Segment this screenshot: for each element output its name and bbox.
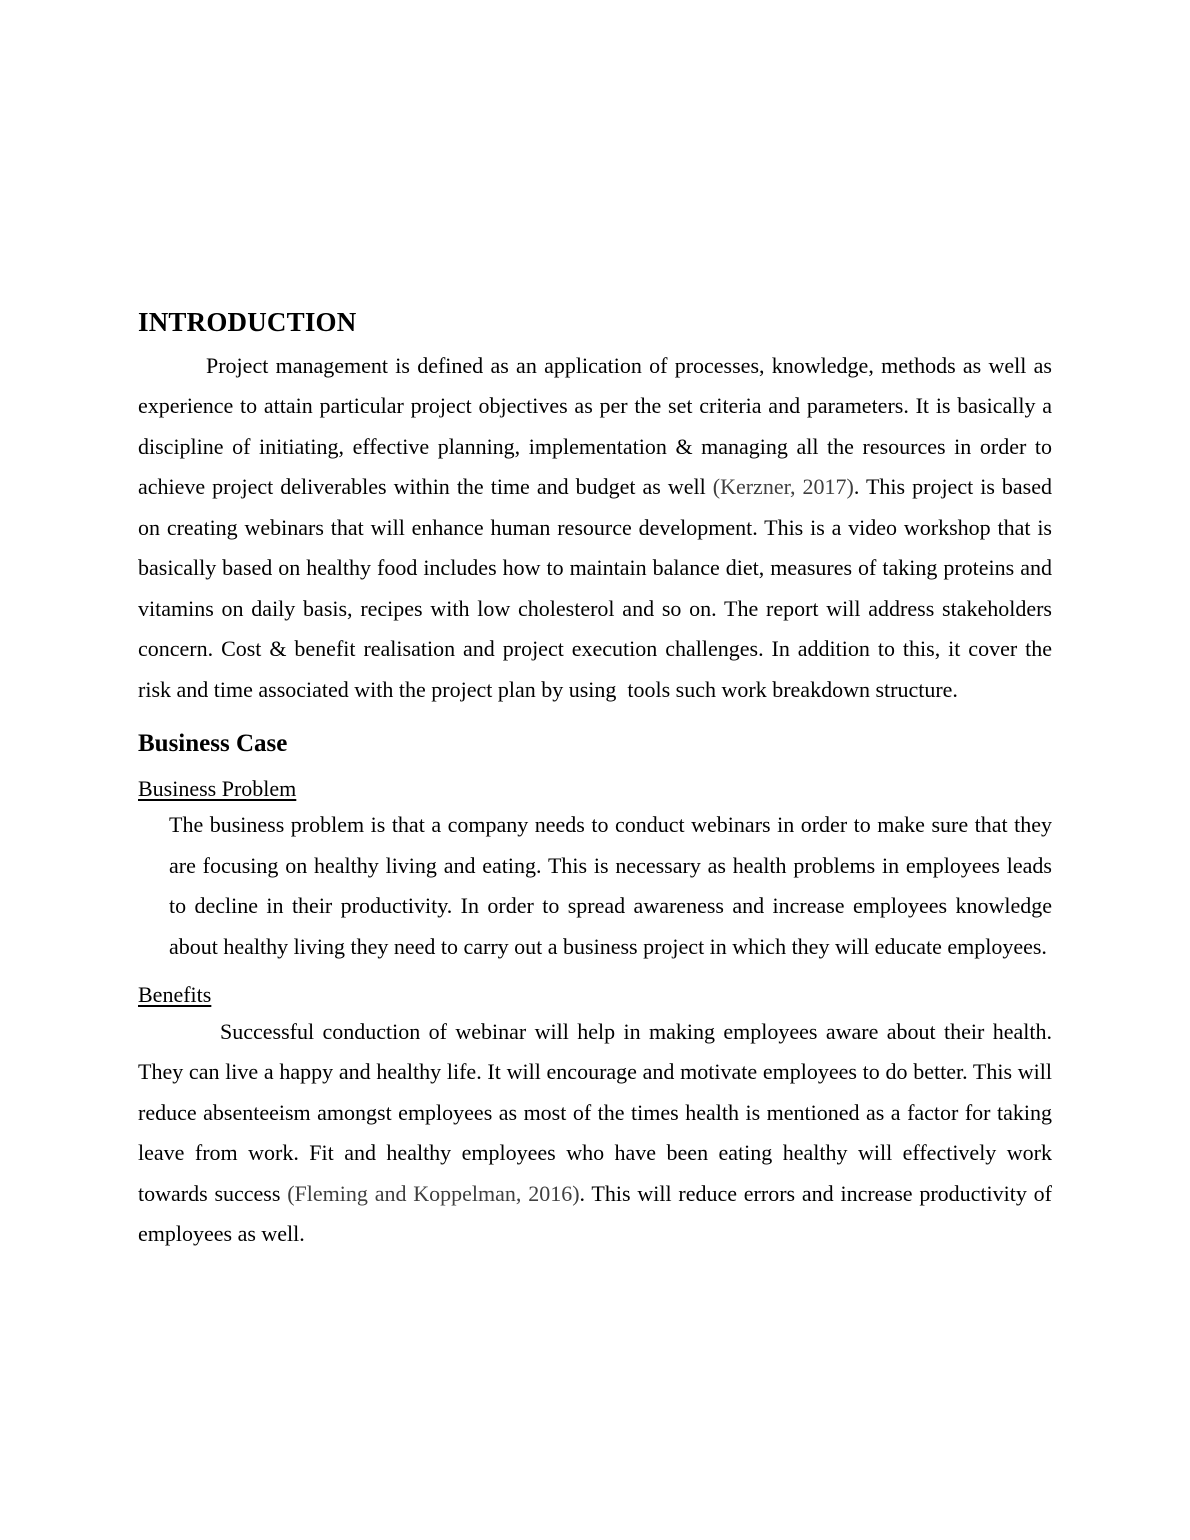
introduction-paragraph: Project management is defined as an appl… xyxy=(138,346,1052,711)
document-page: INTRODUCTION Project management is defin… xyxy=(0,0,1190,1540)
citation-fleming-koppelman: (Fleming and Koppelman, 2016) xyxy=(287,1180,580,1206)
benefits-paragraph: Successful conduction of webinar will he… xyxy=(138,1012,1052,1255)
benefits-text-before-citation: Successful conduction of webinar will he… xyxy=(138,1018,1058,1206)
section-heading-business-case: Business Case xyxy=(138,730,288,758)
sub-heading-benefits: Benefits xyxy=(138,982,212,1008)
page-title: INTRODUCTION xyxy=(138,307,357,337)
intro-text-after-citation: . This project is based on creating webi… xyxy=(138,474,1063,702)
sub-heading-business-problem: Business Problem xyxy=(138,775,297,801)
document-content: INTRODUCTION Project management is defin… xyxy=(138,306,1052,1255)
citation-kerzner: (Kerzner, 2017) xyxy=(712,474,854,500)
business-problem-paragraph: The business problem is that a company n… xyxy=(169,812,1058,959)
